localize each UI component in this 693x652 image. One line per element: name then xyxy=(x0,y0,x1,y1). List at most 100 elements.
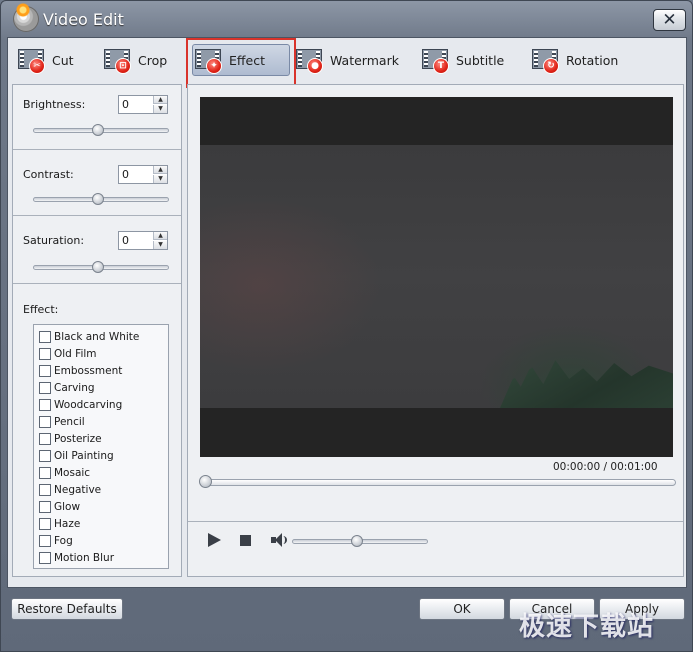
brightness-value[interactable]: 0 xyxy=(122,98,129,111)
tab-watermark[interactable]: ● Watermark xyxy=(294,44,399,76)
video-edit-window: Video Edit ✕ ✂ Cut ⊡ Crop ✦ Effect ● Wat… xyxy=(0,0,693,652)
tab-watermark-label: Watermark xyxy=(330,52,399,68)
saturation-spinbox[interactable]: 0 ▲ ▼ xyxy=(118,231,168,250)
edit-toolbar: ✂ Cut ⊡ Crop ✦ Effect ● Watermark T Subt… xyxy=(8,38,686,88)
crop-icon: ⊡ xyxy=(102,46,134,74)
preview-panel: 00:00:00 / 00:01:00 xyxy=(187,84,684,577)
cut-icon: ✂ xyxy=(16,46,48,74)
restore-defaults-button[interactable]: Restore Defaults xyxy=(11,598,123,620)
effect-checkbox[interactable] xyxy=(39,467,51,479)
effect-checkbox[interactable] xyxy=(39,450,51,462)
total-time: 00:01:00 xyxy=(610,461,658,473)
watermark-icon: ● xyxy=(294,46,326,74)
effect-list: Black and White Old Film Embossment Carving… xyxy=(33,324,169,569)
effect-item[interactable]: Motion Blur xyxy=(39,550,114,566)
effect-item[interactable]: Woodcarving xyxy=(39,397,122,413)
effect-checkbox[interactable] xyxy=(39,399,51,411)
divider xyxy=(13,283,181,284)
effect-item[interactable]: Negative xyxy=(39,482,101,498)
divider xyxy=(13,215,181,216)
effect-item-label: Oil Painting xyxy=(54,450,114,462)
brightness-slider-thumb[interactable] xyxy=(92,124,104,136)
effect-checkbox[interactable] xyxy=(39,484,51,496)
brightness-up-arrow-icon[interactable]: ▲ xyxy=(153,96,167,104)
effect-item[interactable]: Haze xyxy=(39,516,80,532)
effect-checkbox[interactable] xyxy=(39,535,51,547)
saturation-slider[interactable] xyxy=(33,261,169,273)
effect-item-label: Black and White xyxy=(54,331,140,343)
saturation-down-arrow-icon[interactable]: ▼ xyxy=(153,241,167,249)
tab-cut-label: Cut xyxy=(52,52,74,68)
tab-crop[interactable]: ⊡ Crop xyxy=(102,44,167,76)
effect-item-label: Pencil xyxy=(54,416,85,428)
effect-checkbox[interactable] xyxy=(39,365,51,377)
volume-slider[interactable] xyxy=(292,535,428,547)
video-frame xyxy=(200,145,673,408)
brightness-label: Brightness: xyxy=(23,98,86,111)
contrast-slider-thumb[interactable] xyxy=(92,193,104,205)
seek-bar[interactable] xyxy=(199,475,676,488)
effect-checkbox[interactable] xyxy=(39,433,51,445)
close-button[interactable]: ✕ xyxy=(653,9,686,31)
effect-item[interactable]: Old Film xyxy=(39,346,97,362)
effect-item[interactable]: Posterize xyxy=(39,431,102,447)
effect-item-label: Mosaic xyxy=(54,467,91,479)
brightness-down-arrow-icon[interactable]: ▼ xyxy=(153,105,167,113)
effect-checkbox[interactable] xyxy=(39,501,51,513)
tab-subtitle[interactable]: T Subtitle xyxy=(420,44,504,76)
effect-item-label: Old Film xyxy=(54,348,97,360)
brightness-spinbox[interactable]: 0 ▲ ▼ xyxy=(118,95,168,114)
stop-icon[interactable] xyxy=(240,535,251,546)
effect-item-label: Negative xyxy=(54,484,102,496)
saturation-up-arrow-icon[interactable]: ▲ xyxy=(153,232,167,240)
effect-checkbox[interactable] xyxy=(39,552,51,564)
tab-crop-label: Crop xyxy=(138,52,168,68)
contrast-slider[interactable] xyxy=(33,193,169,205)
effect-item-label: Haze xyxy=(54,518,81,530)
effect-checkbox[interactable] xyxy=(39,382,51,394)
tab-rotation-label: Rotation xyxy=(566,52,619,68)
effect-item[interactable]: Pencil xyxy=(39,414,85,430)
time-separator: / xyxy=(603,461,608,473)
tab-cut[interactable]: ✂ Cut xyxy=(16,44,74,76)
effect-item-label: Carving xyxy=(54,382,95,394)
effect-item-label: Woodcarving xyxy=(54,399,123,411)
effect-checkbox[interactable] xyxy=(39,331,51,343)
editor-body: ✂ Cut ⊡ Crop ✦ Effect ● Watermark T Subt… xyxy=(7,37,687,588)
effect-checkbox[interactable] xyxy=(39,348,51,360)
contrast-value[interactable]: 0 xyxy=(122,168,129,181)
brightness-slider[interactable] xyxy=(33,124,169,136)
contrast-spinbox[interactable]: 0 ▲ ▼ xyxy=(118,165,168,184)
effect-item[interactable]: Mosaic xyxy=(39,465,90,481)
tab-subtitle-label: Subtitle xyxy=(456,52,505,68)
ok-button[interactable]: OK xyxy=(419,598,505,620)
effect-item[interactable]: Carving xyxy=(39,380,95,396)
effect-checkbox[interactable] xyxy=(39,416,51,428)
tab-effect-label: Effect xyxy=(229,52,265,68)
effect-item[interactable]: Black and White xyxy=(39,329,139,345)
effect-item[interactable]: Fog xyxy=(39,533,73,549)
effect-item-label: Embossment xyxy=(54,365,123,377)
window-title: Video Edit xyxy=(43,10,124,29)
play-icon[interactable] xyxy=(208,533,221,547)
rotation-icon: ↻ xyxy=(530,46,562,74)
effect-item[interactable]: Oil Painting xyxy=(39,448,114,464)
video-scene-trees xyxy=(500,360,673,408)
effect-item[interactable]: Glow xyxy=(39,499,80,515)
subtitle-icon: T xyxy=(420,46,452,74)
site-watermark: 极速下载站 xyxy=(519,612,655,642)
tab-effect[interactable]: ✦ Effect xyxy=(192,44,290,76)
contrast-up-arrow-icon[interactable]: ▲ xyxy=(153,166,167,174)
seek-thumb[interactable] xyxy=(199,475,212,488)
volume-slider-thumb[interactable] xyxy=(351,535,363,547)
effect-checkbox[interactable] xyxy=(39,518,51,530)
tab-rotation[interactable]: ↻ Rotation xyxy=(530,44,618,76)
saturation-value[interactable]: 0 xyxy=(122,234,129,247)
volume-icon[interactable] xyxy=(271,533,287,547)
divider xyxy=(188,521,683,522)
effect-item[interactable]: Embossment xyxy=(39,363,122,379)
contrast-down-arrow-icon[interactable]: ▼ xyxy=(153,175,167,183)
effect-label: Effect: xyxy=(23,303,59,316)
saturation-label: Saturation: xyxy=(23,234,85,247)
saturation-slider-thumb[interactable] xyxy=(92,261,104,273)
